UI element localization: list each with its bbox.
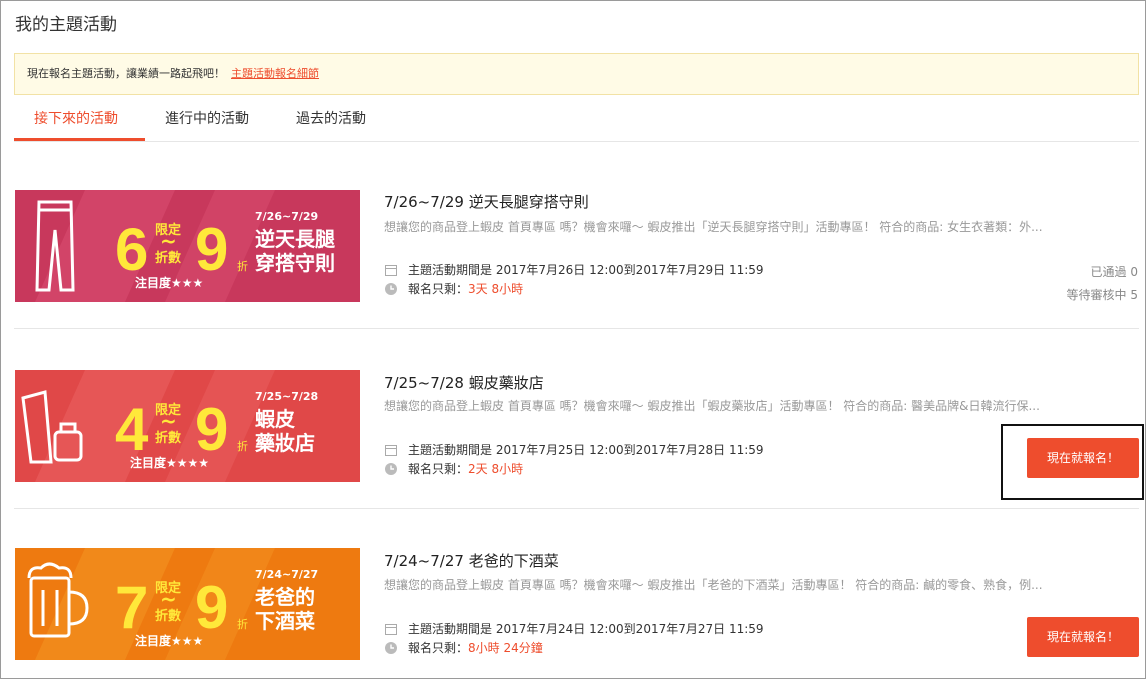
banner-graphic: 7 9 限定 ~ 折數 折 7/24~7/27 老爸的 下酒菜 注目度★★★ [15, 548, 360, 660]
notice-text: 現在報名主題活動，讓業績一路起飛吧！ [27, 67, 225, 80]
banner-name2: 藥妝店 [254, 431, 315, 455]
tab-upcoming[interactable]: 接下來的活動 [34, 108, 118, 128]
banner-dates: 7/25~7/28 [255, 390, 318, 403]
clock-icon [385, 282, 397, 295]
clock-icon [385, 641, 397, 654]
period-label: 主題活動期間是 [408, 263, 493, 277]
signup-now-button[interactable]: 現在就報名！ [1027, 438, 1139, 478]
notice-link[interactable]: 主題活動報名細節 [231, 67, 319, 80]
banner-zhe: 折 [237, 439, 248, 453]
event-period-2: 主題活動期間是 2017年7月25日 12:00到2017年7月28日 11:5… [384, 441, 764, 458]
banner-zhe: 折 [237, 617, 248, 631]
period-value: 2017年7月26日 12:00到2017年7月29日 11:59 [495, 263, 764, 277]
banner-name1: 蝦皮 [255, 407, 295, 431]
calendar-icon [385, 264, 397, 276]
tab-active-indicator [14, 138, 145, 141]
banner-rating: 注目度★★★ [135, 275, 203, 290]
event-desc-3: 想讓您的商品登上蝦皮 首頁專區 嗎？機會來囉～ 蝦皮推出「老爸的下酒菜」活動專區… [384, 578, 1043, 592]
event-banner-3[interactable]: 7 9 限定 ~ 折數 折 7/24~7/27 老爸的 下酒菜 注目度★★★ [15, 548, 360, 660]
divider [14, 328, 1139, 329]
svg-text:~: ~ [160, 229, 177, 253]
event-banner-2[interactable]: 4 9 限定 ~ 折數 折 7/25~7/28 蝦皮 藥妝店 注目度★★★★ [15, 370, 360, 482]
banner-line2: 折數 [155, 608, 181, 624]
banner-name1: 逆天長腿 [255, 227, 335, 251]
period-value: 2017年7月24日 12:00到2017年7月27日 11:59 [495, 622, 764, 636]
event-title-1[interactable]: 7/26~7/29 逆天長腿穿搭守則 [384, 191, 589, 212]
banner-dates: 7/26~7/29 [255, 210, 318, 223]
period-label: 主題活動期間是 [408, 443, 493, 457]
event-desc-1: 想讓您的商品登上蝦皮 首頁專區 嗎？機會來囉～ 蝦皮推出「逆天長腿穿搭守則」活動… [384, 220, 1043, 234]
approved-count: 已通過 0 [1090, 265, 1138, 279]
banner-big-digit-2: 9 [195, 574, 228, 641]
banner-big-digit-2: 9 [195, 216, 228, 283]
banner-name1: 老爸的 [255, 585, 315, 609]
clock-icon [385, 462, 397, 475]
signup-label: 報名只剩： [408, 641, 469, 655]
banner-line2: 折數 [155, 250, 181, 266]
banner-graphic: 6 9 限定 ~ 折數 折 7/26~7/29 逆天長腿 穿搭守則 注目度★★★ [15, 190, 360, 302]
event-period-3: 主題活動期間是 2017年7月24日 12:00到2017年7月27日 11:5… [384, 620, 764, 637]
period-value: 2017年7月25日 12:00到2017年7月28日 11:59 [495, 443, 764, 457]
event-period-1: 主題活動期間是 2017年7月26日 12:00到2017年7月29日 11:5… [384, 261, 764, 278]
signup-now-button[interactable]: 現在就報名！ [1027, 617, 1139, 657]
signup-label: 報名只剩： [408, 462, 469, 476]
pending-count: 等待審核中 5 [1066, 288, 1138, 302]
calendar-icon [385, 444, 397, 456]
event-desc-2: 想讓您的商品登上蝦皮 首頁專區 嗎？機會來囉～ 蝦皮推出「蝦皮藥妝店」活動專區！… [384, 399, 1040, 413]
banner-rating: 注目度★★★ [135, 633, 203, 648]
page-title: 我的主題活動 [15, 15, 117, 35]
banner-dates: 7/24~7/27 [255, 568, 318, 581]
period-label: 主題活動期間是 [408, 622, 493, 636]
banner-big-digit-2: 9 [195, 396, 228, 463]
event-banner-1[interactable]: 6 9 限定 ~ 折數 折 7/26~7/29 逆天長腿 穿搭守則 注目度★★★ [15, 190, 360, 302]
banner-rating: 注目度★★★★ [130, 455, 209, 470]
remaining-value: 2天 8小時 [468, 462, 524, 476]
event-remaining-3: 報名只剩： 8小時 24分鐘 [384, 639, 543, 656]
banner-zhe: 折 [237, 259, 248, 273]
svg-text:~: ~ [160, 587, 177, 611]
notice-bar: 現在報名主題活動，讓業績一路起飛吧！ 主題活動報名細節 [14, 53, 1139, 95]
banner-big-digit-1: 6 [115, 216, 148, 283]
remaining-value: 3天 8小時 [468, 282, 524, 296]
tab-bar: 接下來的活動 進行中的活動 過去的活動 [14, 100, 1139, 142]
banner-name2: 下酒菜 [255, 609, 315, 633]
remaining-value: 8小時 24分鐘 [468, 641, 543, 655]
signup-label: 報名只剩： [408, 282, 469, 296]
divider [14, 508, 1139, 509]
banner-graphic: 4 9 限定 ~ 折數 折 7/25~7/28 蝦皮 藥妝店 注目度★★★★ [15, 370, 360, 482]
event-remaining-1: 報名只剩： 3天 8小時 [384, 280, 523, 297]
banner-big-digit-1: 7 [115, 574, 148, 641]
event-title-3[interactable]: 7/24~7/27 老爸的下酒菜 [384, 550, 559, 571]
banner-name2: 穿搭守則 [255, 251, 335, 275]
event-title-2[interactable]: 7/25~7/28 蝦皮藥妝店 [384, 372, 544, 393]
svg-text:~: ~ [160, 409, 177, 433]
banner-line2: 折數 [155, 430, 181, 446]
calendar-icon [385, 623, 397, 635]
tab-past[interactable]: 過去的活動 [296, 108, 366, 128]
tab-ongoing[interactable]: 進行中的活動 [165, 108, 249, 128]
event-remaining-2: 報名只剩： 2天 8小時 [384, 460, 523, 477]
banner-big-digit-1: 4 [115, 396, 149, 463]
